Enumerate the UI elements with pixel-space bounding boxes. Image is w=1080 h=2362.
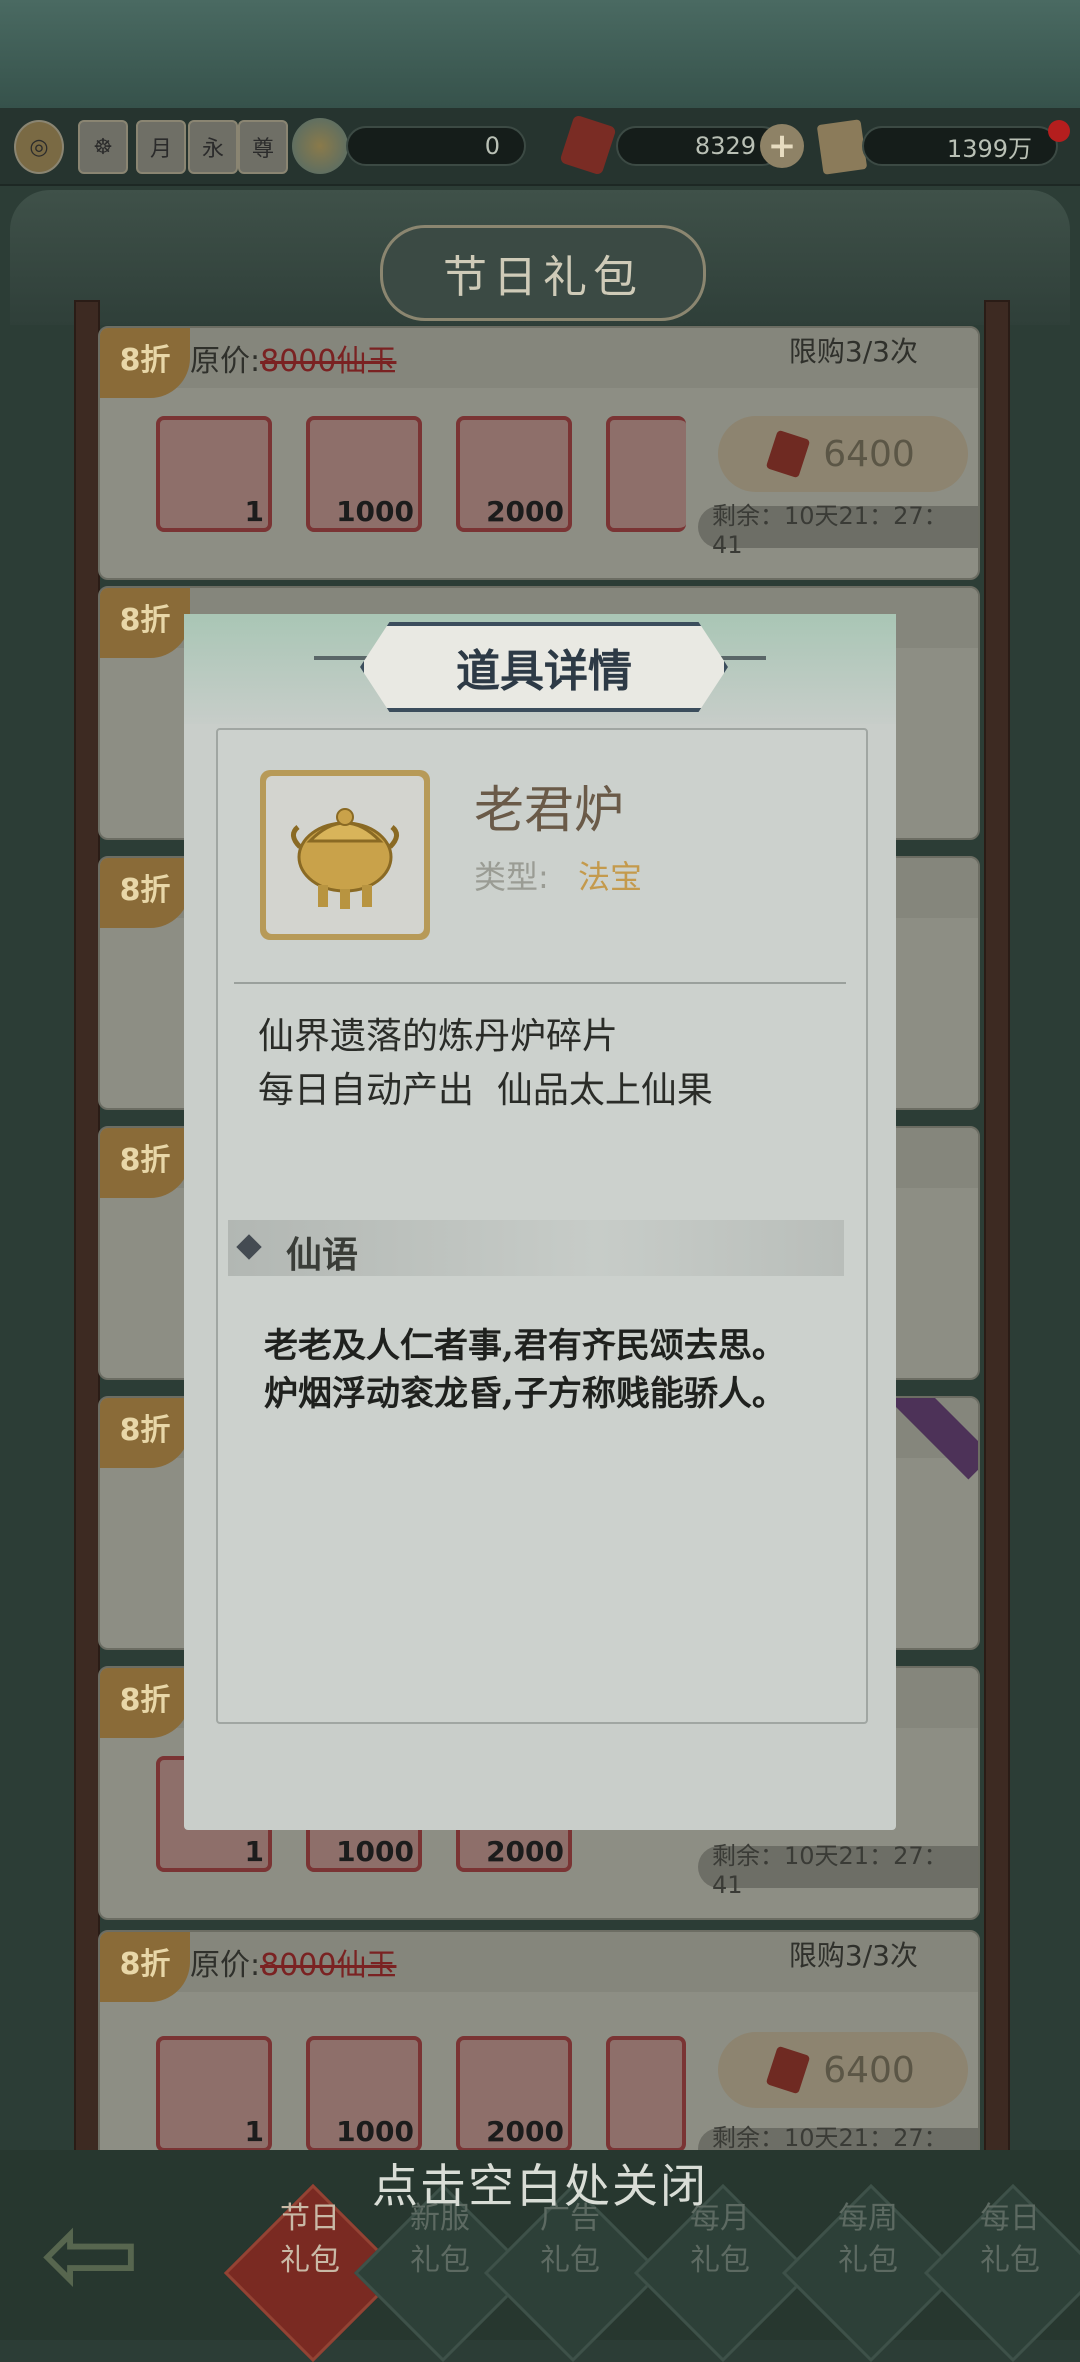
flavor-text: 老老及人仁者事,君有齐民颂去思。 炉烟浮动衮龙昏,子方称贱能骄人。 [264, 1322, 786, 1418]
item-name: 老君炉 [474, 781, 624, 839]
item-description: 仙界遗落的炼丹炉碎片 每日自动产出 仙品太上仙果 [258, 1010, 713, 1118]
item-type-value: 法宝 [578, 858, 643, 896]
censer-icon [266, 776, 424, 934]
description-line: 仙界遗落的炼丹炉碎片 [258, 1016, 619, 1057]
poem-line: 老老及人仁者事,君有齐民颂去思。 [264, 1326, 786, 1366]
section-title: 仙语 [286, 1235, 359, 1276]
item-icon-frame [260, 770, 430, 940]
item-type-label: 类型: [474, 858, 549, 896]
divider [234, 982, 846, 984]
poem-line: 炉烟浮动衮龙昏,子方称贱能骄人。 [264, 1374, 786, 1414]
modal-title: 道具详情 [360, 622, 728, 712]
description-line: 每日自动产出 仙品太上仙果 [258, 1070, 713, 1111]
